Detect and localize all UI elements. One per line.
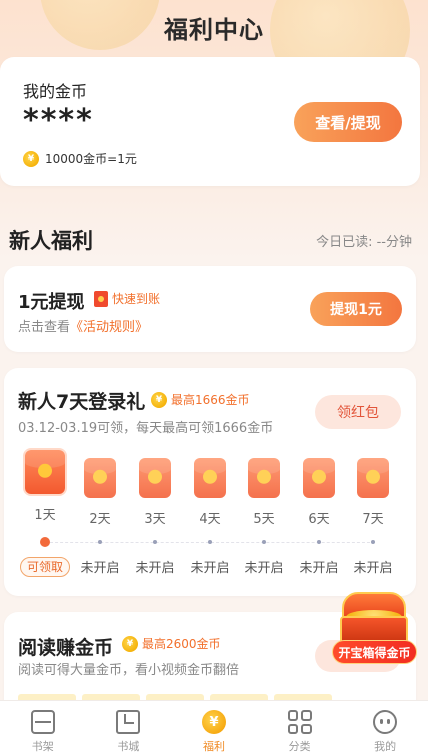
status-locked: 未开启 [80,561,120,576]
nav-item-category[interactable]: 分类 [257,701,343,754]
day-label: 1天 [34,508,56,523]
progress-dot [153,540,157,544]
nav-item-profile[interactable]: 我的 [342,701,428,754]
bookshelf-icon [30,710,55,734]
read-earn-title: 阅读赚金币 [18,637,114,659]
day-label: 3天 [144,512,166,527]
red-packet-icon [84,458,116,498]
fast-arrival-text: 快速到账 [112,292,161,306]
today-read-time: 今日已读: --分钟 [316,235,412,250]
nav-label: 福利 [202,740,225,753]
progress-dot [317,540,321,544]
open-chest-button[interactable]: 开宝箱得金币 [332,640,417,664]
progress-dot [262,540,266,544]
day-label: 6天 [308,512,330,527]
nav-label: 书城 [117,740,140,753]
red-packet-icon [194,458,226,498]
day-item-6: 6天 [297,458,341,527]
progress-dot-current [40,537,50,547]
one-yuan-title: 1元提现 [18,292,85,313]
page-title: 福利中心 [164,16,264,44]
fast-arrival-tag: 快速到账 [94,290,160,307]
day-label: 2天 [89,512,111,527]
welfare-coin-icon: ¥ [201,710,226,734]
coin-icon: ¥ [151,391,167,408]
nav-item-welfare[interactable]: ¥ 福利 [171,701,257,754]
status-locked: 未开启 [244,561,284,576]
section-title-newbie-welfare: 新人福利 [9,229,93,253]
day-item-2: 2天 [78,458,122,527]
day-item-7: 7天 [351,458,395,527]
status-locked: 未开启 [135,561,175,576]
progress-dot [371,540,375,544]
login-max-text: 最高1666金币 [171,393,250,407]
rules-prefix: 点击查看 [18,320,71,335]
activity-rules-link[interactable]: 《活动规则》 [70,320,148,335]
nav-label: 我的 [374,740,397,753]
read-earn-desc: 阅读可得大量金币，看小视频金币翻倍 [18,663,240,678]
red-packet-icon [94,290,108,307]
day-label: 7天 [362,512,384,527]
exchange-rate: ¥ 10000金币=1元 [23,150,137,167]
my-coins-label: 我的金币 [23,82,88,101]
day-label: 4天 [199,512,221,527]
coin-icon: ¥ [23,150,39,167]
day-label: 5天 [253,512,275,527]
red-packet-icon [248,458,280,498]
nav-item-bookstore[interactable]: 书城 [86,701,172,754]
bookstore-icon [116,710,141,734]
view-withdraw-button[interactable]: 查看/提现 [294,102,402,142]
login-gift-title: 新人7天登录礼 [18,391,146,413]
status-locked: 未开启 [353,561,393,576]
red-packet-icon [357,458,389,498]
status-locked: 未开启 [299,561,339,576]
status-locked: 未开启 [190,561,230,576]
progress-dot [208,540,212,544]
read-max-text: 最高2600金币 [142,637,221,651]
exchange-rate-text: 10000金币=1元 [45,152,137,166]
day-item-5: 5天 [242,458,286,527]
read-max-tag: ¥ 最高2600金币 [122,635,221,652]
nav-item-bookshelf[interactable]: 书架 [0,701,86,754]
bottom-navigation: 书架 书城 ¥ 福利 分类 我的 [0,700,428,754]
red-packet-icon [139,458,171,498]
withdraw-one-yuan-button[interactable]: 提现1元 [310,292,402,326]
rules-row: 点击查看《活动规则》 [18,316,148,335]
nav-label: 书架 [31,740,54,753]
login-max-tag: ¥ 最高1666金币 [151,391,250,408]
coin-icon: ¥ [122,635,138,652]
login-gift-desc: 03.12-03.19可领，每天最高可领1666金币 [18,421,274,436]
category-icon [287,710,312,734]
day-item-1[interactable]: 1天 [23,450,67,523]
red-packet-icon [25,450,65,494]
nav-label: 分类 [288,740,311,753]
red-packet-icon [303,458,335,498]
coins-balance: **** [23,103,94,138]
day-item-4: 4天 [188,458,232,527]
progress-dot [98,540,102,544]
day-item-3: 3天 [133,458,177,527]
profile-icon [373,710,398,734]
claim-red-packet-button[interactable]: 领红包 [315,395,401,429]
status-claimable[interactable]: 可领取 [20,557,70,577]
